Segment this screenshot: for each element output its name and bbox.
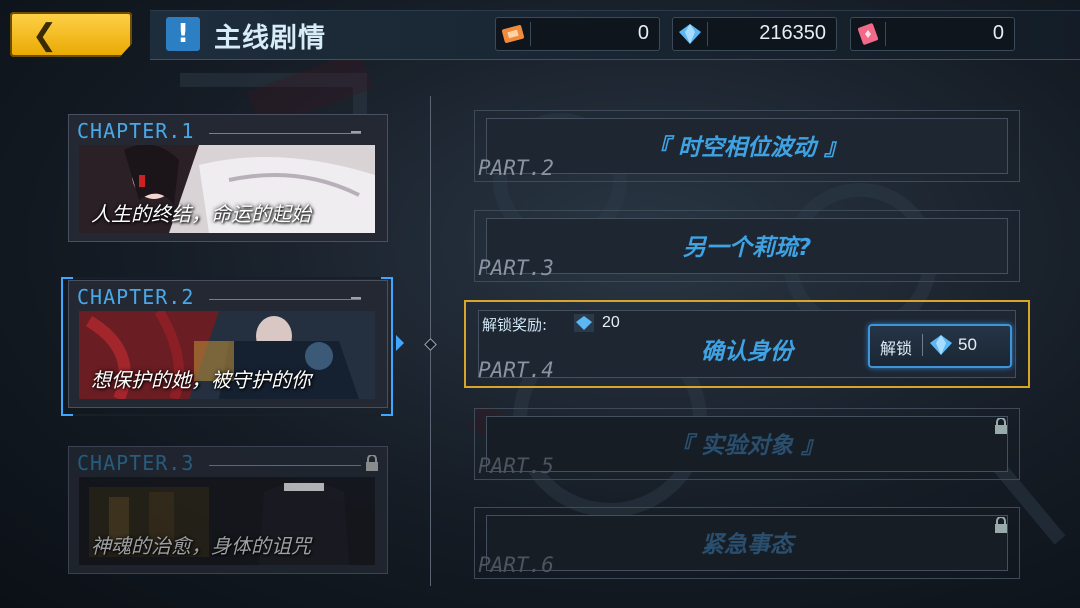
part-item-2[interactable]: 『 时空相位波动 』 PART.2 bbox=[474, 110, 1020, 182]
part-label: PART.2 bbox=[478, 156, 554, 180]
reward-crystal-icon bbox=[574, 314, 594, 332]
part-label: PART.4 bbox=[478, 358, 554, 382]
part-name: 『 实验对象 』 bbox=[669, 433, 824, 459]
part-label: PART.3 bbox=[478, 256, 554, 280]
back-chevron-icon: ❮ bbox=[32, 18, 58, 53]
part-item-3[interactable]: 另一个莉琉? PART.3 bbox=[474, 210, 1020, 282]
chapter-label: CHAPTER.1 bbox=[77, 119, 195, 143]
selected-arrow-icon bbox=[396, 335, 404, 351]
resource-value: 0 bbox=[637, 22, 649, 44]
chapter-label: CHAPTER.3 bbox=[77, 451, 195, 475]
resource-blue-crystal: 216350 bbox=[672, 17, 837, 51]
chapter-name: 神魂的治愈，身体的诅咒 bbox=[91, 534, 311, 558]
unlock-cost: 50 bbox=[958, 335, 977, 354]
part-name: 紧急事态 bbox=[701, 532, 793, 558]
part-item-5[interactable]: 『 实验对象 』 PART.5 bbox=[474, 408, 1020, 480]
resource-orange-ticket: 0 bbox=[495, 17, 660, 51]
lock-icon bbox=[366, 455, 378, 471]
resource-value: 0 bbox=[992, 22, 1004, 44]
divider-diamond-icon bbox=[424, 338, 437, 351]
blue-crystal-icon bbox=[930, 335, 952, 355]
part-name: 另一个莉琉? bbox=[682, 235, 812, 261]
unlock-button[interactable]: 解锁 50 bbox=[868, 324, 1012, 368]
part-item-6[interactable]: 紧急事态 PART.6 bbox=[474, 507, 1020, 579]
exclamation-icon: ! bbox=[166, 17, 200, 51]
chapter-label: CHAPTER.2 bbox=[77, 285, 195, 309]
blue-crystal-icon bbox=[679, 24, 701, 44]
unlock-button-label: 解锁 bbox=[880, 339, 913, 358]
chapter-name: 人生的终结，命运的起始 bbox=[91, 202, 311, 226]
chapter-card-1[interactable]: CHAPTER.1 人生的终结，命运的起始 bbox=[68, 114, 388, 242]
unlock-reward-value: 20 bbox=[602, 314, 620, 331]
chapter-name: 想保护的她，被守护的你 bbox=[91, 368, 311, 392]
page-title: 主线剧情 bbox=[214, 23, 326, 54]
orange-ticket-icon bbox=[501, 25, 525, 43]
resource-value: 216350 bbox=[759, 22, 826, 44]
chapter-card-3[interactable]: CHAPTER.3 神魂的治愈，身体的诅咒 bbox=[68, 446, 388, 574]
part-item-4[interactable]: 解锁奖励: 20 确认身份 PART.4 解锁 50 bbox=[464, 300, 1030, 388]
back-button[interactable]: ❮ bbox=[10, 12, 132, 57]
part-name: 『 时空相位波动 』 bbox=[646, 135, 847, 161]
part-label: PART.5 bbox=[478, 454, 554, 478]
chapter-card-2[interactable]: CHAPTER.2 想保护的她，被守护的你 bbox=[68, 280, 388, 408]
resource-pink-card: 0 bbox=[850, 17, 1015, 51]
pink-card-icon bbox=[857, 23, 879, 45]
part-label: PART.6 bbox=[478, 553, 554, 577]
